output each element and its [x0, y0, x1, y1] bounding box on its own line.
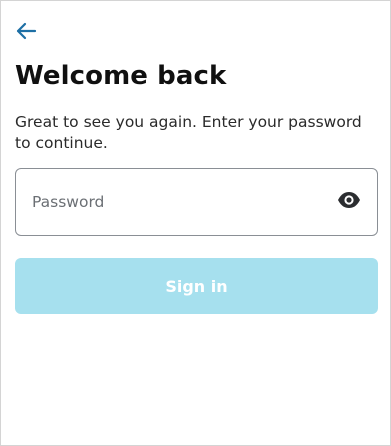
sign-in-button[interactable]: Sign in: [15, 258, 378, 314]
eye-icon: [337, 191, 361, 213]
toggle-password-visibility-button[interactable]: [329, 182, 369, 222]
page-subtitle: Great to see you again. Enter your passw…: [15, 113, 362, 152]
login-screen: Welcome back Great to see you again. Ent…: [0, 0, 391, 446]
password-input[interactable]: [16, 169, 329, 235]
arrow-left-icon: [15, 22, 37, 40]
back-button[interactable]: [13, 19, 39, 43]
password-field[interactable]: [15, 168, 378, 236]
page-title: Welcome back: [15, 61, 227, 91]
